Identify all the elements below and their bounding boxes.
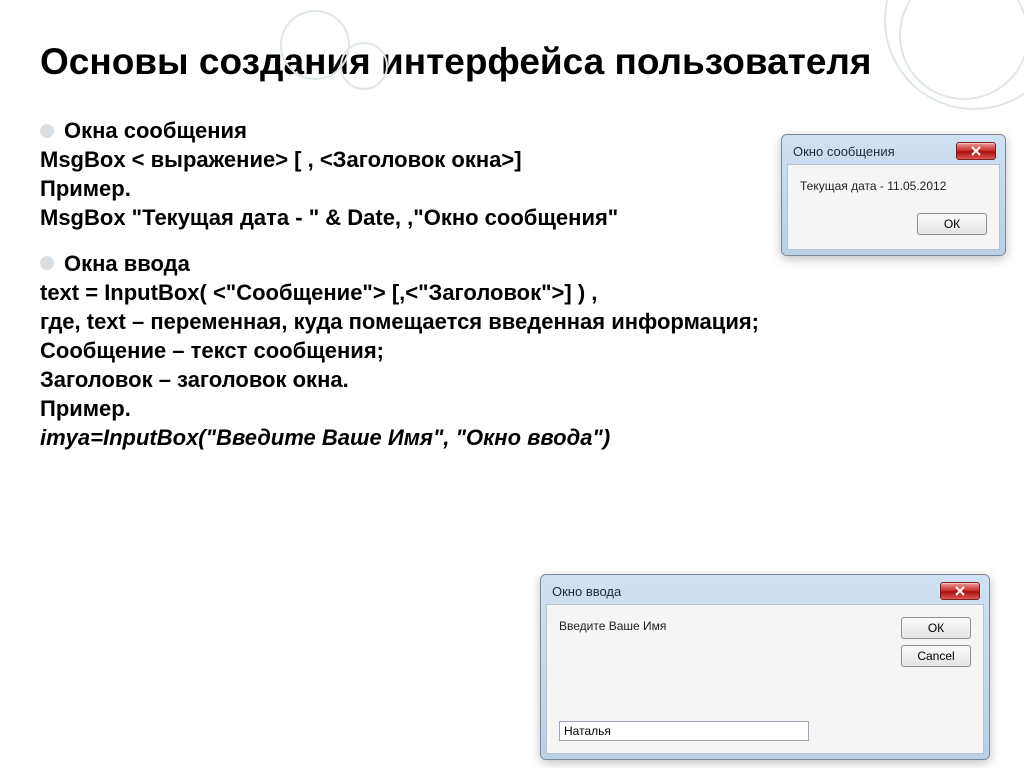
code-line: text = InputBox( <"Сообщение"> [,<"Загол… [40,278,984,307]
code-line: Сообщение – текст сообщения; [40,336,984,365]
slide-title: Основы создания интерфейса пользователя [0,0,1024,84]
close-icon[interactable] [956,142,996,160]
msgbox-dialog: Окно сообщения Текущая дата - 11.05.2012… [781,134,1006,256]
code-line: Заголовок – заголовок окна. [40,365,984,394]
bullet-icon [40,124,54,138]
inputbox-dialog: Окно ввода Введите Ваше Имя ОК Cancel [540,574,990,760]
code-line: imya=InputBox("Введите Ваше Имя", "Окно … [40,423,984,452]
msgbox-title: Окно сообщения [793,144,895,159]
section-heading-msgbox: Окна сообщения [64,116,247,145]
msgbox-text: Текущая дата - 11.05.2012 [800,179,987,193]
code-line: Пример. [40,394,984,423]
bullet-icon [40,256,54,270]
inputbox-title: Окно ввода [552,584,621,599]
code-line: где, text – переменная, куда помещается … [40,307,984,336]
inputbox-ok-button[interactable]: ОК [901,617,971,639]
inputbox-cancel-button[interactable]: Cancel [901,645,971,667]
inputbox-text-field[interactable] [559,721,809,741]
section-heading-inputbox: Окна ввода [64,249,190,278]
close-icon[interactable] [940,582,980,600]
msgbox-ok-button[interactable]: ОК [917,213,987,235]
